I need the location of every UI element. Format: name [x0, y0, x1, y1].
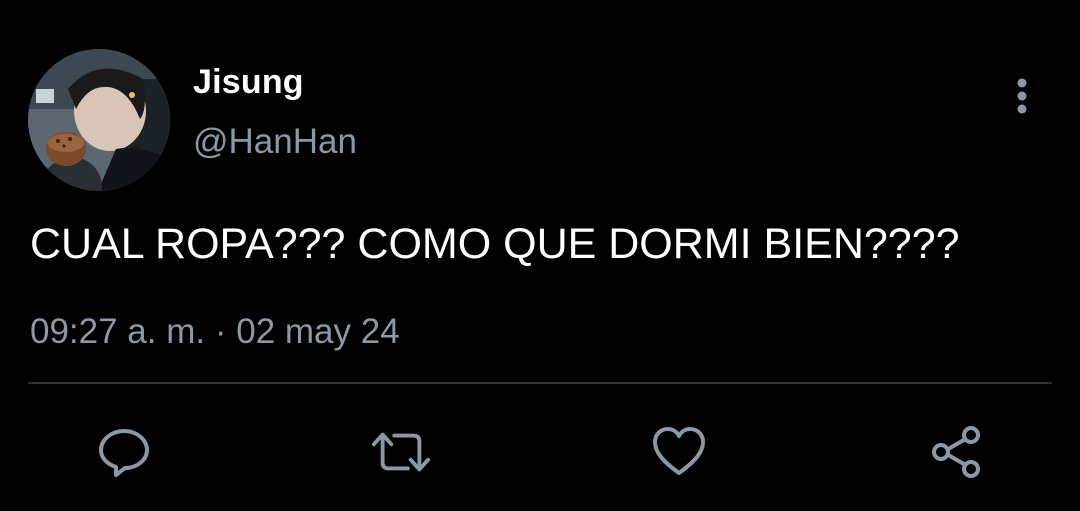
heart-icon [653, 427, 705, 475]
author-display-name[interactable]: Jisung [193, 62, 304, 102]
vertical-ellipsis-icon [1017, 78, 1027, 114]
avatar[interactable] [28, 49, 170, 191]
tweet-time: 09:27 a. m. [30, 312, 206, 351]
retweet-button[interactable] [371, 422, 431, 482]
share-button[interactable] [926, 422, 986, 482]
retweet-arrows-icon [371, 432, 431, 472]
tweet-text: CUAL ROPA??? COMO QUE DORMI BIEN???? [30, 220, 960, 268]
avatar-photo-icon [28, 49, 170, 191]
like-button[interactable] [649, 422, 709, 482]
tweet-detail: Jisung @HanHan CUAL ROPA??? COMO QUE DOR… [0, 0, 1080, 511]
author-handle[interactable]: @HanHan [193, 121, 357, 163]
tweet-date: 02 may 24 [236, 312, 400, 351]
tweet-timestamp[interactable]: 09:27 a. m. · 02 may 24 [30, 310, 400, 354]
share-nodes-icon [932, 426, 980, 478]
divider [28, 382, 1052, 384]
speech-bubble-icon [99, 429, 149, 477]
reply-button[interactable] [94, 422, 154, 482]
meta-separator: · [214, 312, 227, 351]
more-options-button[interactable] [1004, 74, 1040, 118]
